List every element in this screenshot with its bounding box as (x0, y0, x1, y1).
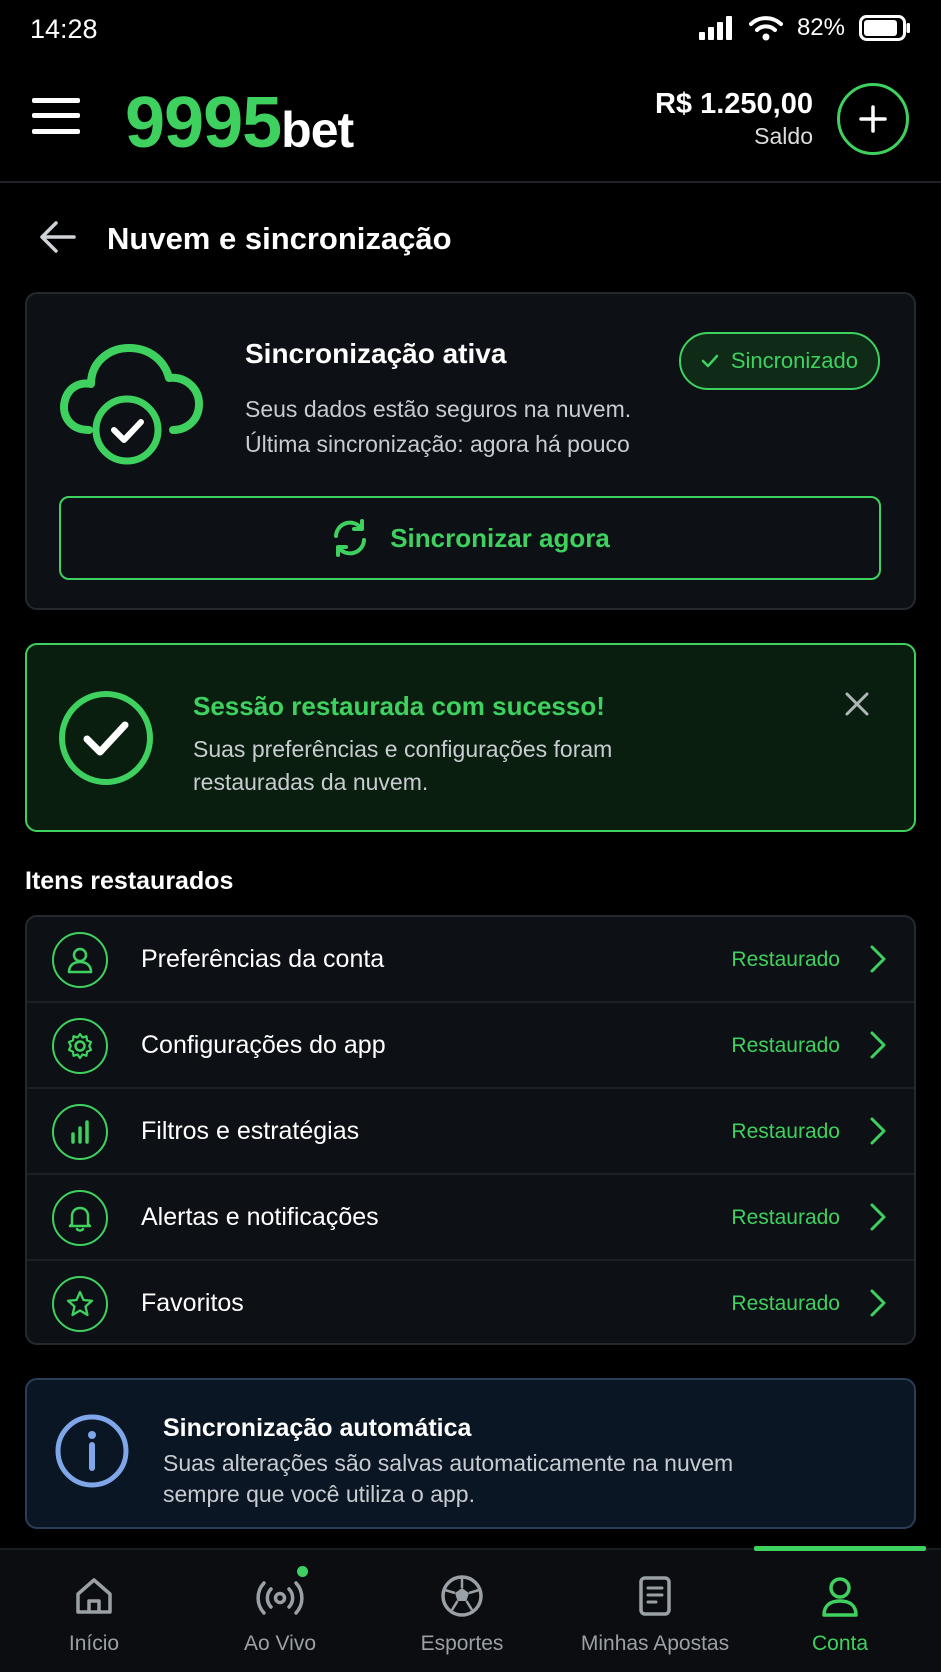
chevron-right-icon (870, 1203, 886, 1231)
nav-label: Minhas Apostas (580, 1632, 730, 1655)
chevron-right-icon (870, 1289, 886, 1317)
item-status: Restaurado (731, 1120, 840, 1143)
success-title: Sessão restaurada com sucesso! (193, 691, 605, 721)
nav-label: Ao Vivo (244, 1632, 316, 1655)
page-heading: Nuvem e sincronização (0, 185, 941, 285)
item-label: Filtros e estratégias (141, 1117, 360, 1145)
nav-live[interactable]: Ao Vivo (230, 1550, 330, 1672)
restored-item-filters-strategies[interactable]: Filtros e estratégias Restaurado (27, 1089, 914, 1175)
item-label: Favoritos (141, 1289, 244, 1317)
chevron-right-icon (870, 945, 886, 973)
info-description: Suas alterações são salvas automaticamen… (163, 1450, 734, 1507)
item-label: Configurações do app (141, 1031, 386, 1059)
session-restored-banner: Sessão restaurada com sucesso! Suas pref… (25, 643, 916, 832)
app-header: 9995bet R$ 1.250,00 Saldo (0, 62, 941, 183)
menu-icon[interactable] (32, 98, 80, 134)
check-circle-icon (59, 691, 153, 785)
sync-status-card: Sincronização ativa Seus dados estão seg… (25, 292, 916, 610)
bell-icon (52, 1190, 108, 1246)
sync-title: Sincronização ativa (245, 338, 507, 369)
star-icon (52, 1276, 108, 1332)
synced-badge-label: Sincronizado (730, 348, 858, 373)
sync-description: Seus dados estão seguros na nuvem. Últim… (245, 392, 631, 462)
nav-label: Conta (811, 1632, 869, 1655)
status-time: 14:28 (30, 14, 98, 44)
nav-my-bets[interactable]: Minhas Apostas (578, 1550, 732, 1672)
info-title: Sincronização automática (163, 1414, 472, 1442)
last-sync-line: Última sincronização: agora há pouco (245, 431, 630, 457)
bar-chart-icon (52, 1104, 108, 1160)
bottom-navigation: Início Ao Vivo Esportes Minhas Apostas C… (0, 1546, 941, 1672)
synced-status-badge: Sincronizado (678, 332, 880, 390)
success-description: Suas preferências e configurações foram … (193, 736, 613, 795)
cloud-check-icon (60, 344, 203, 465)
signal-icon (698, 16, 732, 40)
item-status: Restaurado (731, 948, 840, 971)
item-label: Alertas e notificações (141, 1203, 379, 1231)
status-bar: 14:28 82% (0, 0, 941, 62)
auto-sync-info-card: Sincronização automática Suas alterações… (25, 1378, 916, 1529)
arrow-left-icon[interactable] (38, 219, 78, 255)
page-title: Nuvem e sincronização (107, 221, 452, 256)
logo-suffix: bet (281, 102, 354, 158)
nav-label: Esportes (420, 1632, 504, 1655)
item-status: Restaurado (731, 1206, 840, 1229)
sync-desc-line: Seus dados estão seguros na nuvem. (245, 396, 632, 422)
balance-display: R$ 1.250,00 Saldo (655, 88, 813, 150)
plus-icon (859, 105, 887, 133)
user-icon (822, 1577, 858, 1617)
battery-percentage: 82% (796, 14, 845, 41)
deposit-button[interactable] (837, 83, 909, 155)
check-icon (701, 354, 719, 368)
restored-item-favorites[interactable]: Favoritos Restaurado (27, 1261, 914, 1343)
soccer-ball-icon (441, 1575, 483, 1617)
sync-now-label: Sincronizar agora (390, 522, 610, 553)
item-status: Restaurado (731, 1034, 840, 1057)
nav-home[interactable]: Início (48, 1550, 140, 1672)
wifi-icon (748, 16, 783, 41)
restored-item-account-preferences[interactable]: Preferências da conta Restaurado (27, 917, 914, 1003)
battery-icon (859, 15, 910, 41)
live-indicator-dot (297, 1566, 308, 1577)
chevron-right-icon (870, 1117, 886, 1145)
user-icon (52, 932, 108, 988)
bet-slip-icon (639, 1576, 671, 1616)
info-icon (55, 1414, 129, 1488)
restored-items-list: Preferências da conta Restaurado Configu… (25, 915, 916, 1345)
home-icon (76, 1578, 112, 1614)
chevron-right-icon (870, 1031, 886, 1059)
balance-label: Saldo (754, 123, 813, 149)
brand-logo[interactable]: 9995bet (125, 82, 354, 164)
sync-now-button[interactable]: Sincronizar agora (59, 496, 881, 580)
balance-amount: R$ 1.250,00 (654, 88, 813, 120)
nav-label: Início (68, 1632, 120, 1655)
gear-icon (52, 1018, 108, 1074)
nav-sports[interactable]: Esportes (412, 1550, 512, 1672)
close-icon[interactable] (844, 691, 870, 717)
nav-account[interactable]: Conta (790, 1550, 890, 1672)
item-status: Restaurado (731, 1292, 840, 1315)
restored-items-heading: Itens restaurados (25, 867, 234, 895)
restored-item-alerts-notifications[interactable]: Alertas e notificações Restaurado (27, 1175, 914, 1261)
live-broadcast-icon (256, 1566, 308, 1620)
logo-number: 9995 (125, 83, 282, 163)
item-label: Preferências da conta (141, 945, 385, 973)
status-icons: 82% (698, 14, 911, 42)
refresh-icon (334, 519, 367, 557)
restored-item-app-settings[interactable]: Configurações do app Restaurado (27, 1003, 914, 1089)
